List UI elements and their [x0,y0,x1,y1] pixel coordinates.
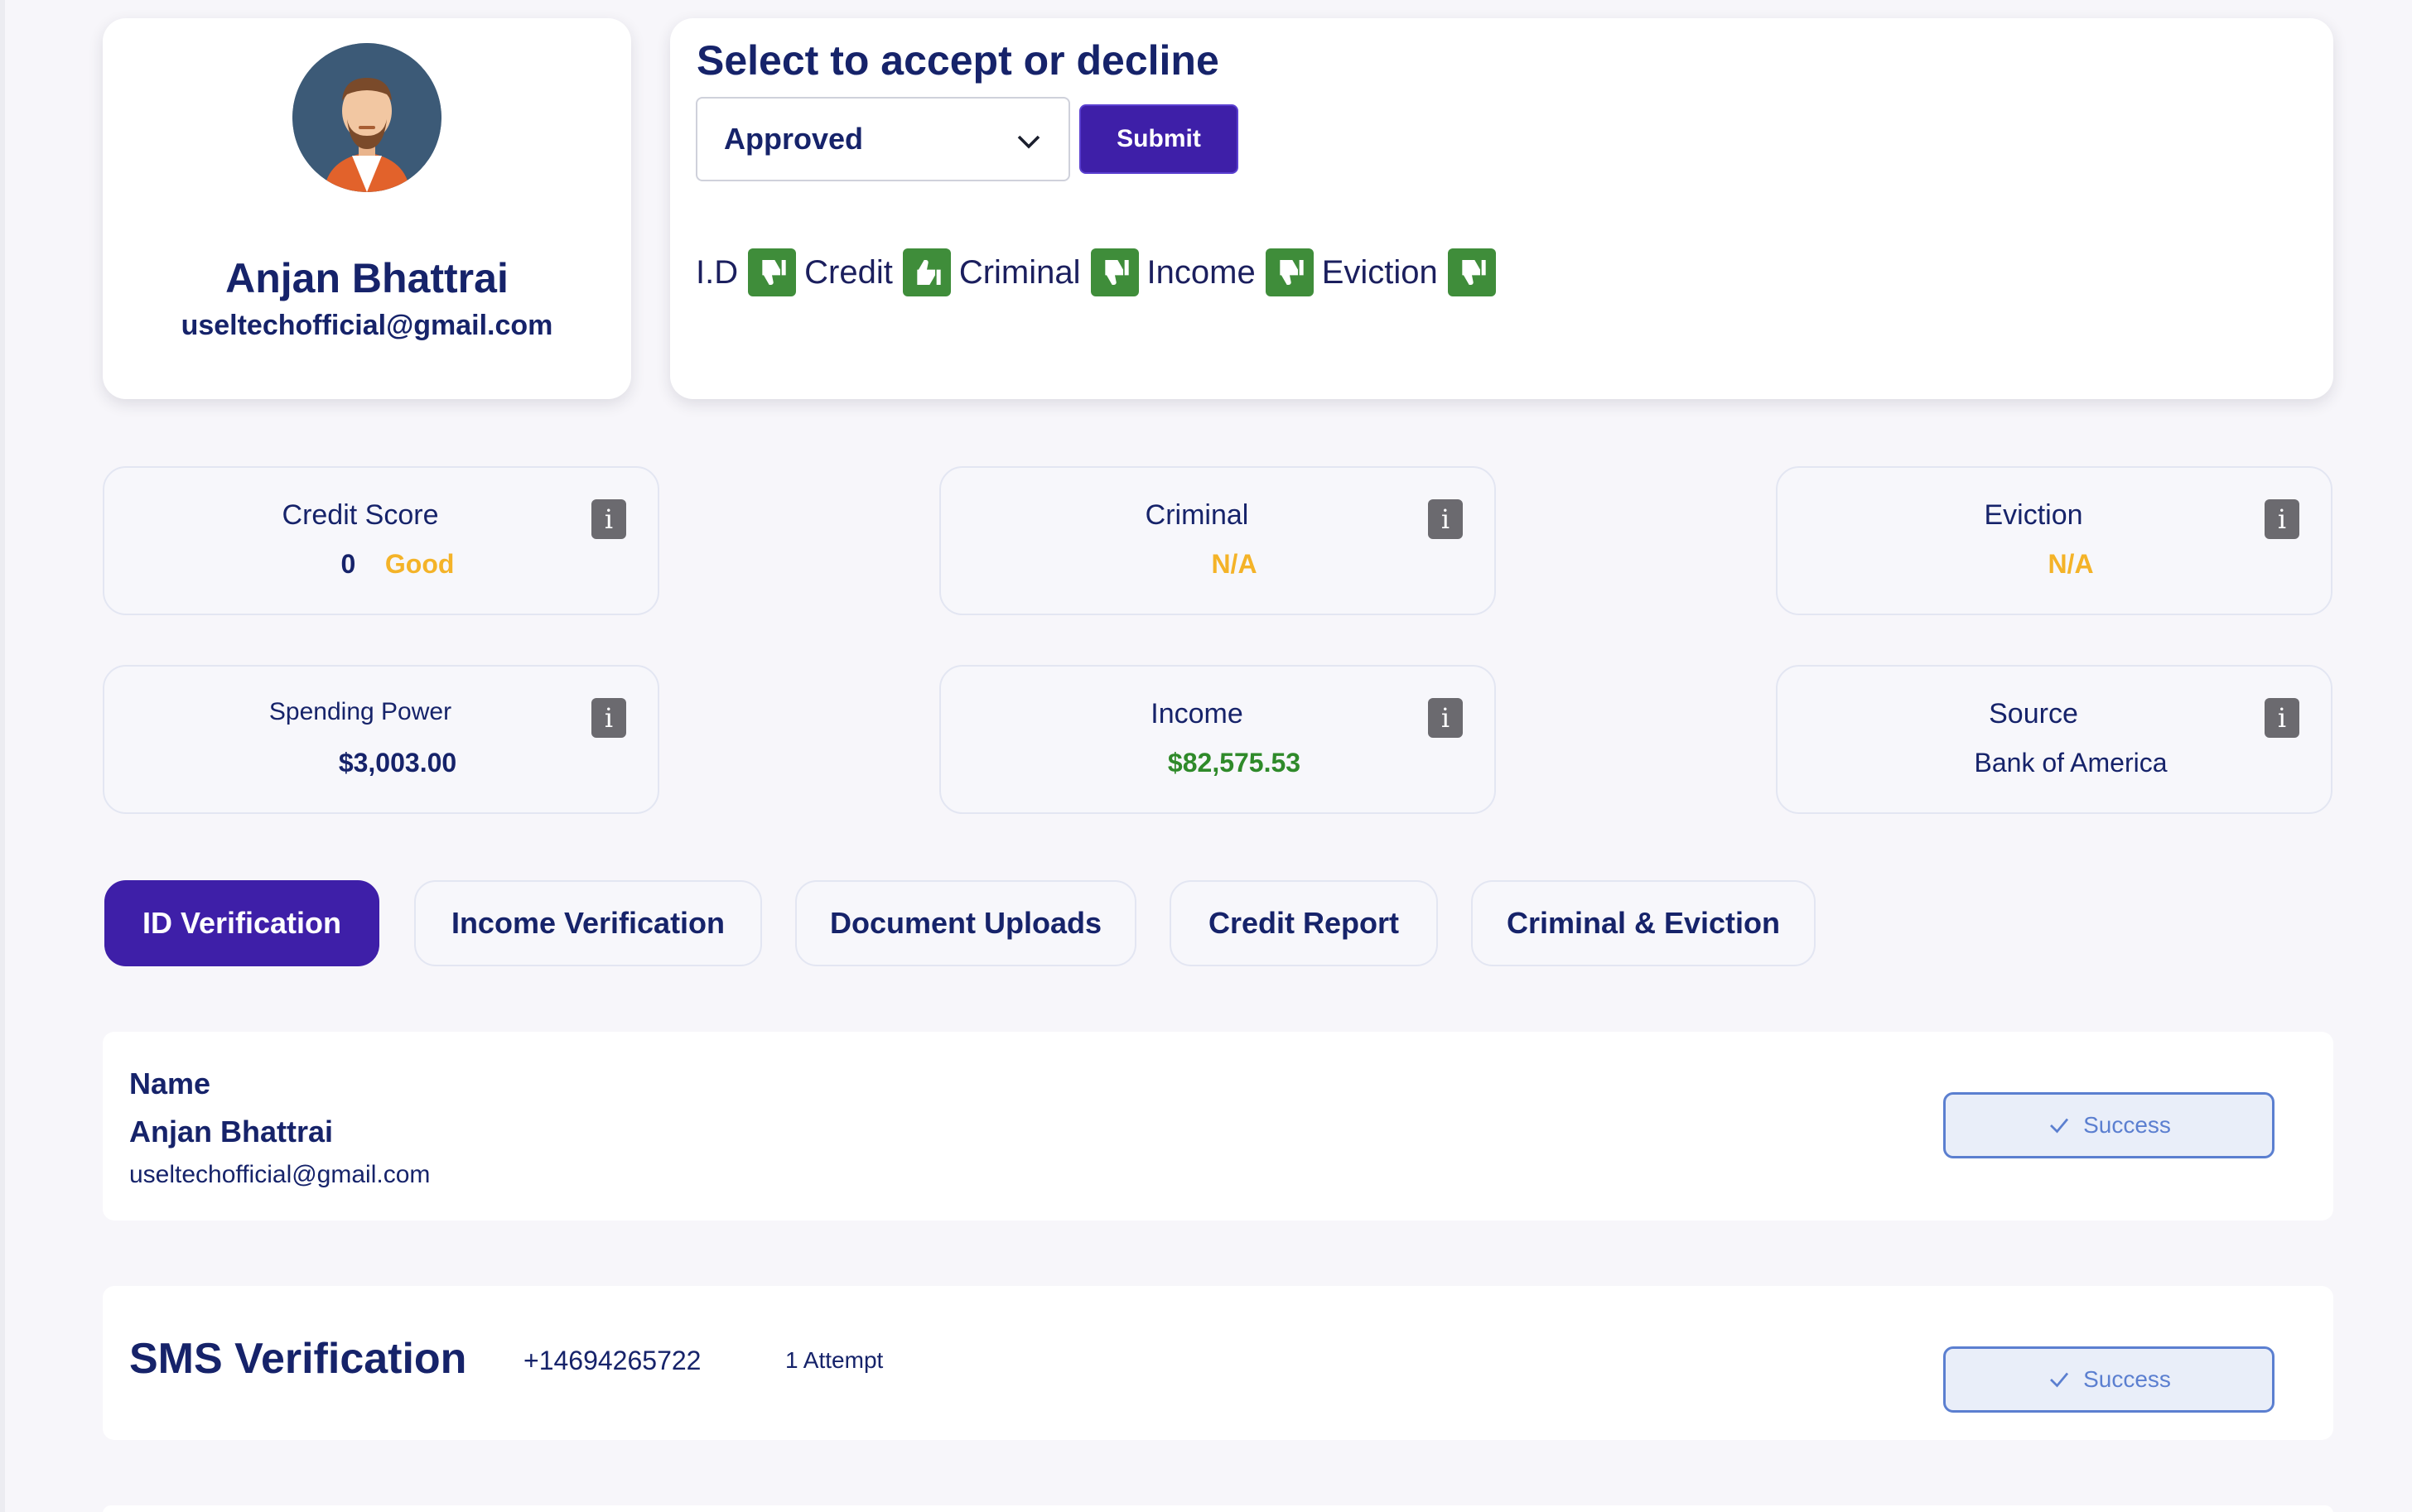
check-label-income: Income [1146,253,1256,291]
thumbs-down-icon[interactable] [1265,248,1314,296]
verified-name: Anjan Bhattrai [129,1115,334,1148]
chevron-down-icon [1017,135,1040,149]
check-label-eviction: Eviction [1321,253,1438,291]
check-label-id: I.D [696,253,739,291]
thumbs-up-icon[interactable] [902,248,951,296]
stat-value: N/A [2048,549,2094,579]
success-label: Success [2083,1366,2171,1392]
credit-score-value: 0 [340,549,356,579]
decision-select-value: Approved [724,122,864,156]
thumbs-down-icon[interactable] [748,248,797,296]
thumbs-down-icon[interactable] [1447,248,1496,296]
decision-select[interactable]: Approved [696,97,1070,181]
stat-value: Bank of America [1974,748,2168,778]
check-icon [2050,1372,2069,1388]
info-icon[interactable]: i [2265,698,2299,738]
info-icon[interactable]: i [1428,698,1463,738]
stat-value: 0 Good [104,549,658,580]
profile-name: Anjan Bhattrai [225,255,509,301]
sms-attempts: 1 Attempt [785,1347,884,1373]
stat-label: Spending Power [268,698,452,725]
tab-criminal-eviction[interactable]: Criminal & Eviction [1471,880,1816,966]
id-verification-panel: Name Anjan Bhattrai useltechofficial@gma… [103,1032,2333,1221]
stat-label: Income [1151,698,1243,730]
stat-label: Credit Score [282,499,439,531]
sms-verification-title: SMS Verification [129,1335,467,1383]
verified-email: useltechofficial@gmail.com [129,1161,431,1188]
tab-income-verification[interactable]: Income Verification [414,880,762,966]
tab-document-uploads[interactable]: Document Uploads [795,880,1136,966]
check-icon [2050,1118,2069,1134]
stat-label: Criminal [1145,499,1249,531]
success-label: Success [2083,1112,2171,1138]
info-icon[interactable]: i [2265,499,2299,539]
verification-checks: I.D Credit Criminal Income Eviction [696,246,1504,299]
sms-verification-panel: SMS Verification +14694265722 1 Attempt … [103,1286,2333,1440]
credit-score-rating: Good [384,549,455,579]
profile-card: Anjan Bhattrai useltechofficial@gmail.co… [103,18,631,399]
success-badge[interactable]: Success [1943,1346,2275,1413]
thumbs-down-icon[interactable] [1090,248,1139,296]
info-icon[interactable]: i [1428,499,1463,539]
stat-eviction: Eviction N/A i [1776,466,2332,615]
stat-value: $3,003.00 [338,748,457,778]
stat-value: $82,575.53 [1167,748,1301,778]
stat-value: N/A [1211,549,1257,579]
tab-credit-report[interactable]: Credit Report [1170,880,1438,966]
decision-title: Select to accept or decline [697,37,1219,84]
check-label-credit: Credit [804,253,893,291]
stat-income: Income $82,575.53 i [939,665,1496,814]
tab-id-verification[interactable]: ID Verification [104,880,379,966]
page: Anjan Bhattrai useltechofficial@gmail.co… [0,0,2412,1512]
avatar [292,43,441,192]
profile-email: useltechofficial@gmail.com [181,310,553,341]
sms-phone: +14694265722 [523,1346,702,1375]
info-icon[interactable]: i [591,499,626,539]
stat-label: Eviction [1984,499,2083,531]
stat-label: Source [1989,698,2078,730]
info-icon[interactable]: i [591,698,626,738]
check-label-criminal: Criminal [958,253,1081,291]
next-panel [103,1505,2333,1512]
stat-credit-score: Credit Score 0 Good i [103,466,659,615]
success-badge[interactable]: Success [1943,1092,2275,1158]
submit-button[interactable]: Submit [1079,104,1238,174]
stat-criminal: Criminal N/A i [939,466,1496,615]
stat-spending-power: Spending Power $3,003.00 i [103,665,659,814]
stat-source: Source Bank of America i [1776,665,2332,814]
decision-card: Select to accept or decline Approved Sub… [670,18,2333,399]
name-field-label: Name [129,1067,211,1100]
